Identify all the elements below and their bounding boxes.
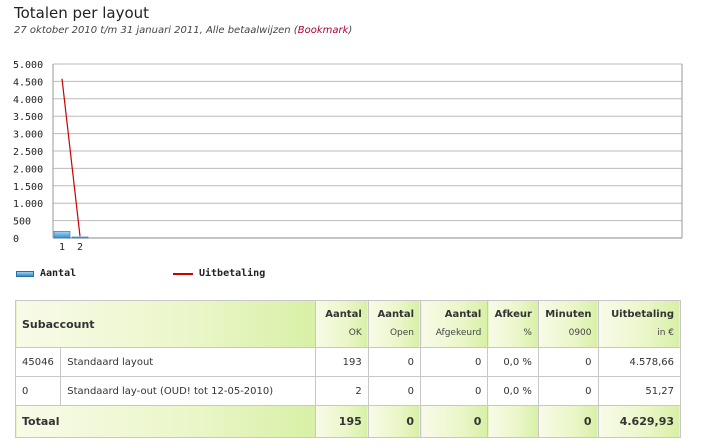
header-label: Aantal: [377, 309, 415, 320]
cell-aantal-afgekeurd: 0: [420, 347, 489, 377]
legend-aantal-label: Aantal: [40, 268, 77, 279]
header-label: Afkeur: [494, 309, 532, 320]
column-header-aantal-afgekeurd[interactable]: Aantal Afgekeurd: [420, 300, 489, 348]
table-row[interactable]: 45046 Standaard layout 193 0 0 0,0 % 0 4…: [14, 347, 682, 377]
totals-table: Subaccount Aantal OK Aantal Open Aantal Afg…: [14, 300, 682, 438]
legend-uitbetaling-label: Uitbetaling: [199, 268, 266, 279]
bookmark-link[interactable]: Bookmark: [298, 25, 349, 36]
header-sub: Afgekeurd: [435, 328, 482, 338]
cell-minuten: 0: [537, 376, 599, 406]
column-header-uitbetaling[interactable]: Uitbetaling in €: [597, 300, 682, 348]
y-tick-label: 1.500: [13, 182, 43, 193]
total-aantal-ok: 195: [314, 405, 369, 438]
column-header-afkeur[interactable]: Afkeur%: [487, 300, 539, 348]
cell-aantal-open: 0: [367, 376, 422, 406]
y-tick-label: 2.000: [13, 164, 43, 175]
y-tick-label: 4.500: [13, 77, 43, 88]
cell-minuten: 0: [537, 347, 599, 377]
cell-aantal-ok: 2: [314, 376, 369, 406]
bar-aantal: [71, 236, 89, 239]
header-label: Aantal: [325, 309, 362, 320]
header-sub: %: [523, 328, 532, 338]
total-label: Totaal: [15, 405, 316, 438]
y-tick-label: 1.000: [13, 199, 43, 210]
column-header-subaccount[interactable]: Subaccount: [15, 300, 316, 348]
cell-uitbetaling: 51,27: [597, 376, 682, 406]
column-header-aantal-open[interactable]: Aantal Open: [367, 300, 422, 348]
cell-uitbetaling: 4.578,66: [597, 347, 682, 377]
page-subtitle: 27 oktober 2010 t/m 31 januari 2011, All…: [14, 25, 352, 36]
total-aantal-open: 0: [367, 405, 422, 438]
page-title: Totalen per layout: [14, 4, 150, 22]
cell-afkeur: 0,0 %: [487, 376, 539, 406]
cell-aantal-afgekeurd: 0: [420, 376, 489, 406]
column-header-minuten[interactable]: Minuten 0900: [537, 300, 599, 348]
y-tick-label: 5.000: [13, 60, 43, 71]
column-header-aantal-ok[interactable]: Aantal OK: [314, 300, 369, 348]
table-header-row: Subaccount Aantal OK Aantal Open Aantal Afg…: [15, 300, 682, 348]
header-sub: in €: [657, 328, 674, 338]
header-label: Uitbetaling: [611, 309, 674, 320]
table-row[interactable]: 0 Standaard lay-out (OUD! tot 12-05-2010…: [14, 376, 682, 406]
line-swatch-icon: [173, 272, 193, 275]
y-tick-label: 500: [13, 217, 31, 228]
y-tick-label: 0: [13, 234, 19, 245]
subtitle-close: ): [348, 25, 353, 36]
table-total-row: Totaal 195 0 0 0 4.629,93: [15, 405, 682, 438]
cell-layout-name: Standaard layout: [60, 347, 316, 377]
header-label: Minuten: [545, 309, 592, 320]
totals-chart: 5.000 4.500 4.000 3.500 3.000 2.500 2.000 1.500…: [13, 60, 683, 253]
x-tick-label: 2: [77, 242, 83, 253]
y-tick-label: 3.500: [13, 112, 43, 123]
y-tick-label: 4.000: [13, 95, 43, 106]
header-sub: OK: [348, 328, 362, 338]
x-tick-label: 1: [59, 242, 65, 253]
line-uitbetaling: [61, 78, 81, 237]
y-tick-label: 3.000: [13, 130, 43, 141]
bar-aantal: [53, 230, 71, 239]
total-minuten: 0: [537, 405, 599, 438]
header-sub: 0900: [568, 328, 592, 338]
legend-uitbetaling: Uitbetaling: [173, 268, 265, 279]
subtitle-text: 27 oktober 2010 t/m 31 januari 2011, All…: [14, 25, 298, 36]
cell-aantal-open: 0: [367, 347, 422, 377]
cell-subaccount-id: 45046: [14, 347, 62, 377]
legend-aantal: Aantal: [16, 268, 76, 279]
y-tick-label: 2.500: [13, 147, 43, 158]
bar-swatch-icon: [16, 270, 34, 277]
total-aantal-afgekeurd: 0: [420, 405, 489, 438]
cell-aantal-ok: 193: [314, 347, 369, 377]
cell-layout-name: Standaard lay-out (OUD! tot 12-05-2010): [60, 376, 316, 406]
header-sub: Open: [389, 328, 415, 338]
total-uitbetaling: 4.629,93: [597, 405, 682, 438]
header-label: Aantal: [444, 309, 482, 320]
cell-subaccount-id: 0: [14, 376, 62, 406]
total-afkeur: [487, 405, 539, 438]
cell-afkeur: 0,0 %: [487, 347, 539, 377]
